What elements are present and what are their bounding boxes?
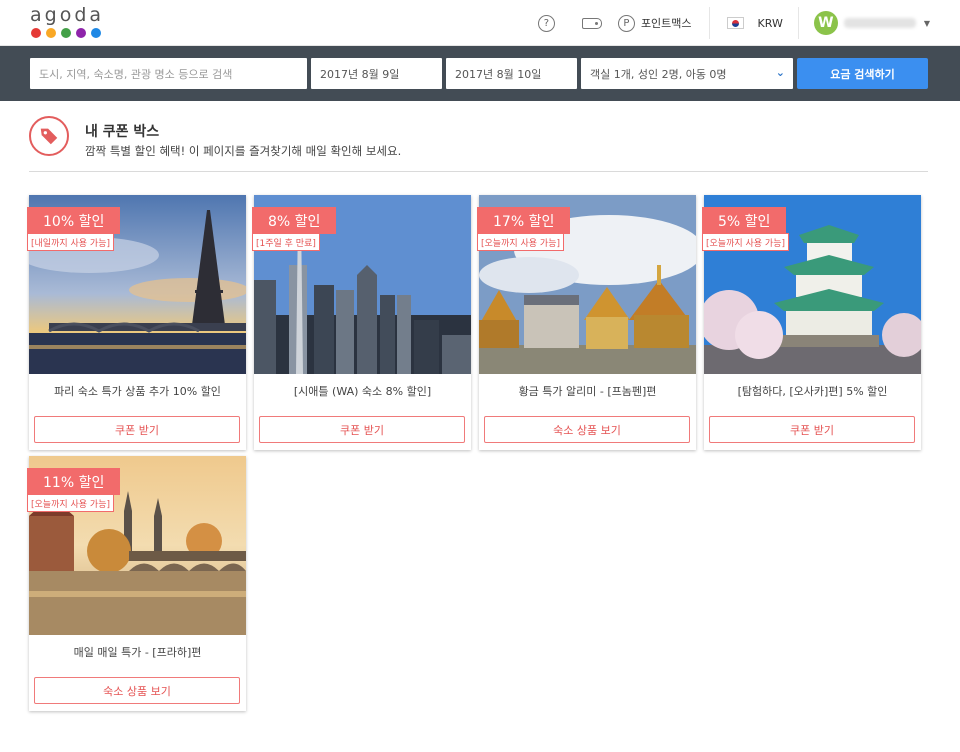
validity-note: [내일까지 사용 가능] [27, 233, 114, 251]
coupon-box-header: 내 쿠폰 박스 깜짝 특별 할인 혜택! 이 페이지를 즐겨찾기해 매일 확인해… [29, 116, 928, 172]
discount-badge: 8% 할인 [252, 207, 337, 234]
coupon-card-paris[interactable]: 10% 할인 [내일까지 사용 가능] 파리 숙소 특가 상품 추가 10% 할… [27, 195, 246, 450]
discount-badge: 10% 할인 [27, 207, 121, 234]
logo-dots [31, 28, 104, 38]
coupon-card-phnom-penh[interactable]: 17% 할인 [오늘까지 사용 가능] 황금 특가 알리미 - [프놈펜]편 숙… [477, 195, 696, 450]
view-hotels-button[interactable]: 숙소 상품 보기 [34, 677, 240, 704]
user-name-blurred[interactable] [843, 18, 916, 28]
pointsmax-link[interactable]: 포인트맥스 [641, 15, 692, 31]
divider [708, 7, 710, 39]
coupon-title: [탐험하다, [오사카]편] 5% 할인 [737, 385, 888, 398]
pointsmax-icon[interactable]: P [617, 14, 635, 32]
view-hotels-button[interactable]: 숙소 상품 보기 [484, 416, 690, 443]
agoda-logo[interactable]: agoda [30, 5, 104, 38]
coupon-title: [시애틀 (WA) 숙소 8% 할인] [293, 385, 432, 398]
divider [797, 7, 799, 39]
user-menu-caret-icon[interactable]: ▼ [924, 19, 930, 28]
validity-note: [오늘까지 사용 가능] [477, 233, 564, 251]
coupon-tag-icon[interactable] [581, 17, 602, 29]
get-coupon-button[interactable]: 쿠폰 받기 [709, 416, 915, 443]
coupon-box-subtitle: 깜짝 특별 할인 혜택! 이 페이지를 즐겨찾기해 매일 확인해 보세요. [85, 144, 402, 158]
destination-input[interactable]: 도시, 지역, 숙소명, 관광 명소 등으로 검색 [30, 58, 307, 89]
chevron-down-icon: ⌄ [775, 66, 785, 79]
get-coupon-button[interactable]: 쿠폰 받기 [259, 416, 465, 443]
checkout-date-field[interactable]: 2017년 8월 10일 [446, 58, 577, 89]
help-icon[interactable]: ? [537, 14, 555, 32]
get-coupon-button[interactable]: 쿠폰 받기 [34, 416, 240, 443]
guests-value: 객실 1개, 성인 2명, 아동 0명 [590, 67, 727, 81]
search-bar: 도시, 지역, 숙소명, 관광 명소 등으로 검색 2017년 8월 9일 20… [0, 46, 960, 101]
discount-badge: 17% 할인 [477, 207, 571, 234]
coupon-card-seattle[interactable]: 8% 할인 [1주일 후 만료] [시애틀 (WA) 숙소 8% 할인] 쿠폰 … [252, 195, 471, 450]
user-avatar[interactable]: W [813, 11, 838, 35]
top-header: agoda ? P 포인트맥스 KRW W ▼ [0, 0, 960, 46]
coupon-card-prague[interactable]: 11% 할인 [오늘까지 사용 가능] 매일 매일 특가 - [프라하]편 숙소… [27, 456, 246, 711]
coupon-title: 매일 매일 특가 - [프라하]편 [73, 646, 202, 659]
header-actions: ? P 포인트맥스 KRW W ▼ [537, 7, 930, 39]
coupon-title: 파리 숙소 특가 상품 추가 10% 할인 [54, 385, 221, 398]
checkin-date-field[interactable]: 2017년 8월 9일 [311, 58, 442, 89]
coupon-tag-icon [29, 116, 69, 156]
discount-badge: 11% 할인 [27, 468, 121, 495]
coupon-card-osaka[interactable]: 5% 할인 [오늘까지 사용 가능] [탐험하다, [오사카]편] 5% 할인 … [702, 195, 921, 450]
validity-note: [오늘까지 사용 가능] [27, 494, 114, 512]
validity-note: [1주일 후 만료] [252, 233, 320, 251]
guests-select[interactable]: 객실 1개, 성인 2명, 아동 0명 ⌄ [581, 58, 793, 89]
validity-note: [오늘까지 사용 가능] [702, 233, 789, 251]
search-rates-button[interactable]: 요금 검색하기 [797, 58, 928, 89]
logo-text: agoda [30, 4, 105, 26]
currency-selector[interactable]: KRW [758, 17, 783, 30]
coupon-title: 황금 특가 알리미 - [프놈펜]편 [518, 385, 657, 398]
coupon-box-title: 내 쿠폰 박스 [85, 124, 160, 140]
korea-flag-icon[interactable] [726, 17, 744, 29]
discount-badge: 5% 할인 [702, 207, 787, 234]
